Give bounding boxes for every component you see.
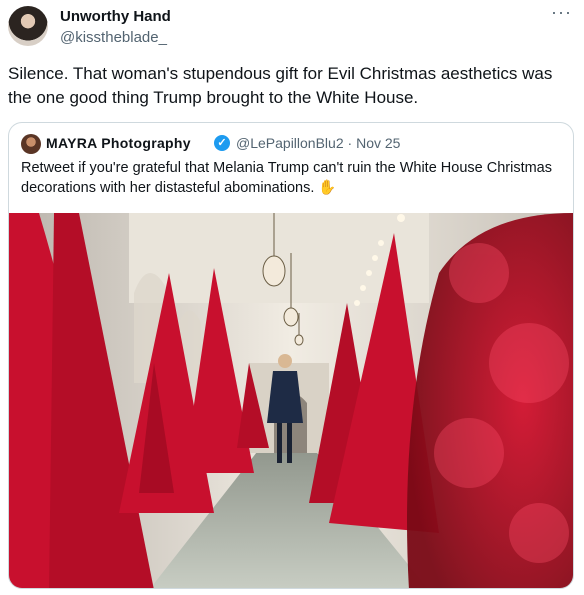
bokeh-dot [449,243,509,303]
woman-head [278,354,292,368]
light-bulb [354,300,360,306]
light-bulb [372,255,378,261]
chandelier [283,307,299,327]
quoted-author-handle[interactable]: @LePapillonBlu2 [236,135,344,151]
meta-separator: · [347,135,353,151]
chandelier [294,334,304,346]
bokeh-dot [434,418,504,488]
quoted-tweet-text: Retweet if you're grateful that Melania … [21,158,561,198]
quoted-text-body: Retweet if you're grateful that Melania … [21,160,552,196]
light-bulb [360,285,366,291]
light-bulb [366,270,372,276]
tweet-text: Silence. That woman's stupendous gift fo… [8,64,553,107]
author-handle[interactable]: @kisstheblade_ [60,29,167,46]
woman-legs [287,423,292,463]
author-avatar[interactable] [8,6,48,46]
quoted-author-meta: @LePapillonBlu2 · Nov 25 [236,135,400,151]
hallway-photo[interactable] [9,213,573,589]
woman-legs [277,423,282,463]
bokeh-dot [509,503,569,563]
light-bulb [397,214,405,222]
raised-hand-icon: ✋ [318,180,337,196]
more-horizontal-icon[interactable]: ··· [551,2,572,23]
quoted-author-avatar[interactable] [21,134,41,154]
quoted-tweet[interactable]: MAYRA Photography ✓ @LePapillonBlu2 · No… [8,122,574,589]
author-name[interactable]: Unworthy Hand [60,8,171,25]
quoted-date[interactable]: Nov 25 [356,135,400,151]
bokeh-dot [489,323,569,403]
woman-coat [267,371,303,423]
light-bulb [378,240,384,246]
verified-badge-icon: ✓ [214,135,230,151]
quoted-author-name[interactable]: MAYRA Photography [46,135,191,151]
chandelier [262,255,286,287]
